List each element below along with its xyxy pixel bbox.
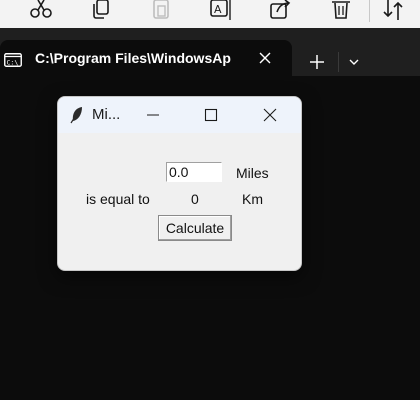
chevron-down-icon[interactable] <box>344 52 364 72</box>
terminal-tab[interactable]: C:\ C:\Program Files\WindowsAp <box>0 40 292 76</box>
explorer-toolbar: A <box>0 0 420 28</box>
is-equal-to-label: is equal to <box>86 191 150 207</box>
minimize-icon[interactable] <box>130 97 176 133</box>
feather-icon <box>70 106 84 124</box>
copy-icon[interactable] <box>88 0 114 22</box>
cut-icon[interactable] <box>28 0 54 22</box>
sort-icon[interactable] <box>380 0 406 22</box>
result-km-value: 0 <box>191 191 199 207</box>
maximize-icon[interactable] <box>188 97 234 133</box>
toolbar-divider <box>369 0 370 22</box>
console-icon: C:\ <box>4 52 22 67</box>
paste-icon[interactable] <box>148 0 174 22</box>
share-icon[interactable] <box>268 0 294 22</box>
plus-icon[interactable] <box>305 50 329 74</box>
calculate-button[interactable]: Calculate <box>158 215 232 241</box>
converter-window: Mi... Miles is equal to 0 Km Calculate <box>57 96 302 271</box>
terminal-tab-bar: C:\ C:\Program Files\WindowsAp <box>0 28 420 76</box>
close-icon[interactable] <box>256 49 274 67</box>
rename-icon[interactable]: A <box>208 0 234 22</box>
window-title-bar[interactable]: Mi... <box>58 97 301 133</box>
miles-label: Miles <box>236 165 269 181</box>
window-title: Mi... <box>92 106 121 123</box>
svg-text:A: A <box>214 3 222 16</box>
tab-bar-divider <box>338 52 339 72</box>
miles-input[interactable] <box>166 162 222 182</box>
delete-icon[interactable] <box>328 0 354 22</box>
tab-title: C:\Program Files\WindowsAp <box>35 50 231 66</box>
km-label: Km <box>242 191 263 207</box>
close-icon[interactable] <box>247 97 293 133</box>
svg-text:C:\: C:\ <box>7 59 19 67</box>
